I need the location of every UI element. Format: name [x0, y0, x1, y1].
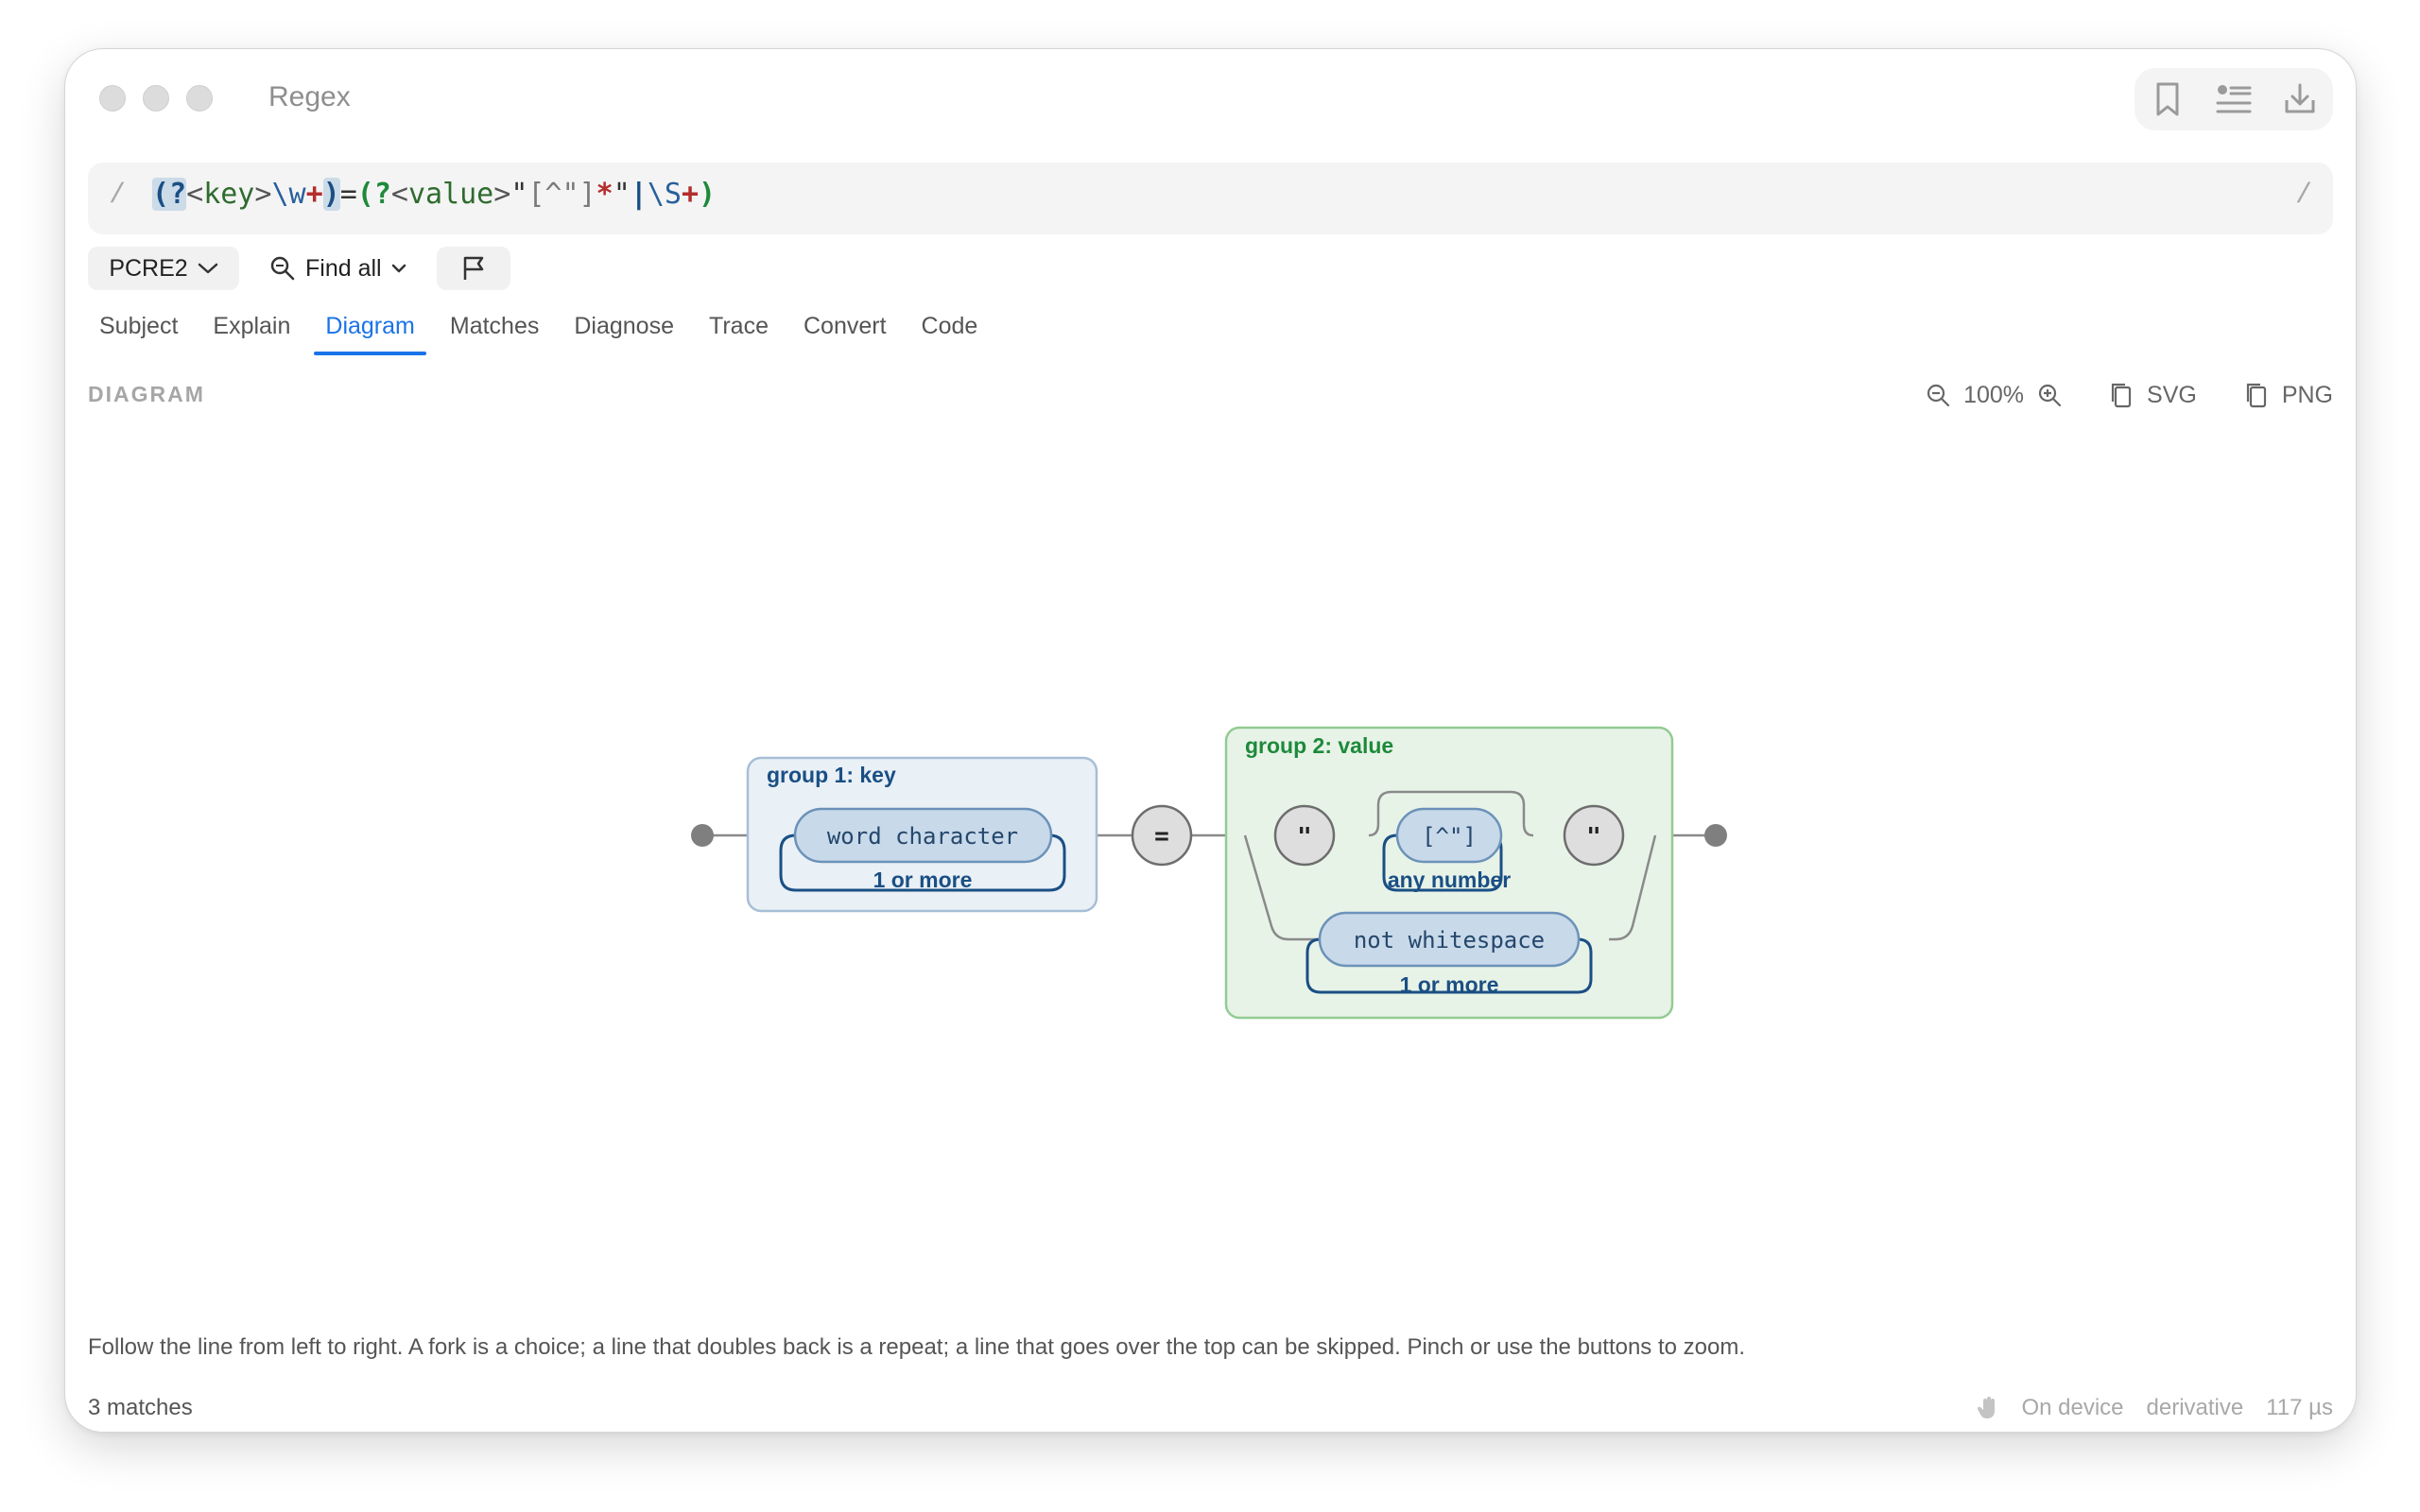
- close-quote-label: ": [1586, 823, 1601, 851]
- group-1-label: group 1: key: [767, 763, 896, 787]
- group-2-label: group 2: value: [1245, 733, 1393, 758]
- engine-location: On device: [2021, 1395, 2124, 1420]
- open-quote-label: ": [1297, 823, 1312, 851]
- group-1-repeat-label: 1 or more: [873, 868, 973, 892]
- end-terminal: [1704, 824, 1727, 847]
- not-whitespace-label: not whitespace: [1354, 927, 1545, 954]
- engine-variant: derivative: [2146, 1395, 2244, 1420]
- status-right: On device derivative 117 µs: [1978, 1395, 2333, 1421]
- negated-class-label: [^"]: [1422, 823, 1477, 850]
- start-terminal: [691, 824, 714, 847]
- alt-repeat-label: 1 or more: [1400, 972, 1499, 997]
- status-bar: 3 matches On device derivative 117 µs: [88, 1395, 2333, 1432]
- railroad-diagram[interactable]: group 1: key word character 1 or more = …: [65, 49, 2356, 1432]
- match-count: 3 matches: [88, 1395, 193, 1420]
- class-repeat-label: any number: [1388, 868, 1511, 892]
- equals-label: =: [1154, 822, 1169, 850]
- diagram-hint: Follow the line from left to right. A fo…: [88, 1334, 1746, 1360]
- app-window: Regex / (?<key>\w+)=(?<value>"[^"]*"|\S+…: [65, 49, 2356, 1432]
- word-character-label: word character: [827, 823, 1018, 850]
- hand-icon: [1978, 1397, 1996, 1418]
- match-time: 117 µs: [2266, 1395, 2333, 1420]
